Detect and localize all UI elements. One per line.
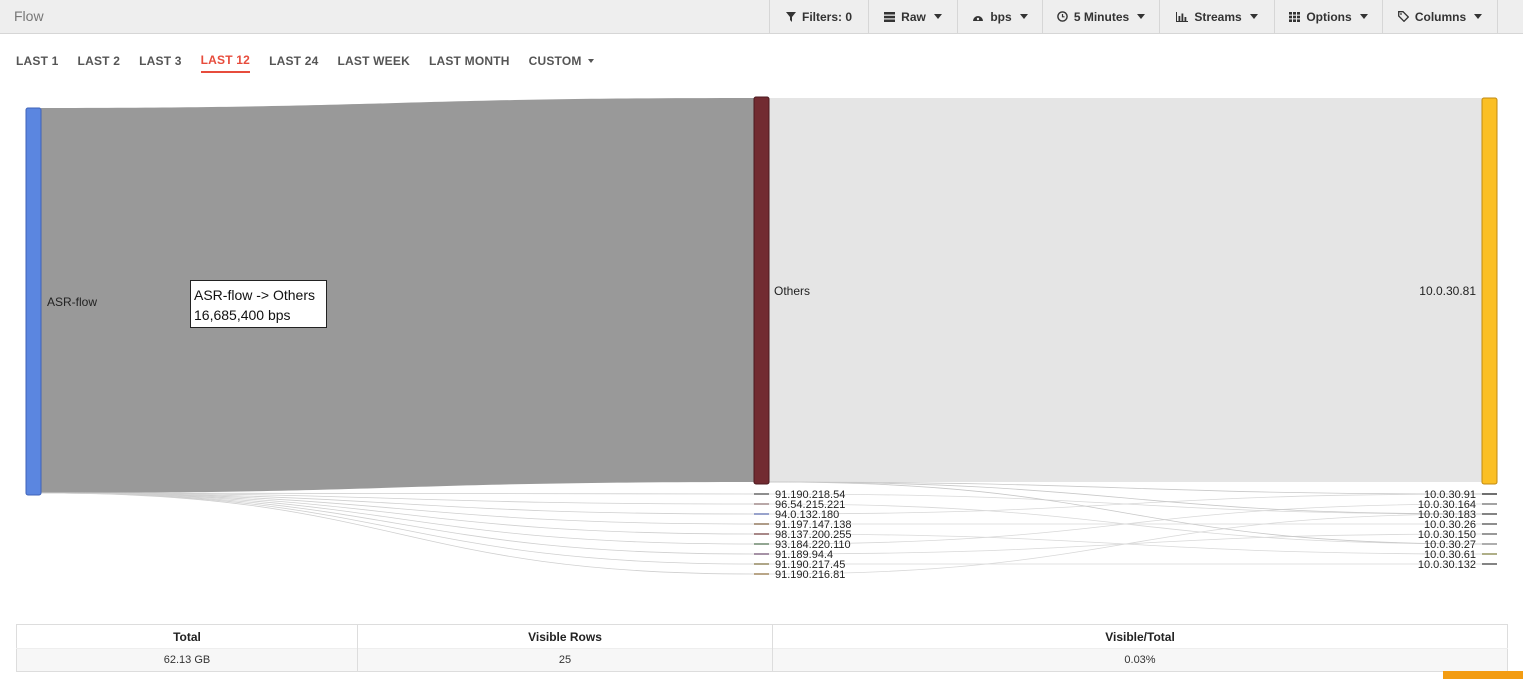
link-leaf-to-leaf[interactable] <box>768 513 1483 575</box>
summary-header-visible-total: Visible/Total <box>772 624 1508 649</box>
summary-value-row: 62.13 GB 25 0.03% <box>16 648 1508 672</box>
raw-label: Raw <box>901 9 926 24</box>
link-source-to-leaf[interactable] <box>40 492 755 545</box>
link-source-to-leaf[interactable] <box>40 492 755 555</box>
flow-tooltip: ASR-flow -> Others 16,685,400 bps <box>190 280 327 328</box>
tab-label: LAST 2 <box>77 53 121 68</box>
tab-label: LAST 1 <box>16 53 59 68</box>
summary-header-total: Total <box>16 624 358 649</box>
link-others-to-target[interactable] <box>769 98 1482 482</box>
clock-icon <box>1057 11 1068 22</box>
target-node-label: 10.0.30.81 <box>1419 284 1476 298</box>
summary-total-value: 62.13 GB <box>16 648 358 672</box>
app-title: Flow <box>14 8 44 24</box>
summary-table: Total Visible Rows Visible/Total 62.13 G… <box>16 624 1508 672</box>
chevron-down-icon <box>1249 14 1258 19</box>
streams-label: Streams <box>1194 9 1242 24</box>
middle-leaf-label: 91.190.216.81 <box>775 569 845 581</box>
toolbar-divider <box>1497 0 1498 33</box>
interval-label: 5 Minutes <box>1073 9 1130 24</box>
tab-last-1[interactable]: LAST 1 <box>16 51 59 73</box>
chevron-down-icon <box>587 58 594 63</box>
summary-header-visible-rows: Visible Rows <box>357 624 773 649</box>
filter-icon <box>785 11 796 22</box>
tab-last-month[interactable]: LAST MONTH <box>429 51 510 73</box>
summary-header-row: Total Visible Rows Visible/Total <box>16 624 1508 649</box>
bps-label: bps <box>990 9 1012 24</box>
tab-label: LAST MONTH <box>428 53 510 68</box>
raw-dropdown[interactable]: Raw <box>868 0 957 33</box>
interval-dropdown[interactable]: 5 Minutes <box>1042 0 1159 33</box>
columns-label: Columns <box>1414 9 1467 24</box>
chevron-down-icon <box>1359 14 1368 19</box>
tag-icon <box>1397 11 1409 22</box>
grid-icon <box>1289 11 1301 22</box>
filters-label: Filters: 0 <box>801 9 852 24</box>
link-others-to-leaf[interactable] <box>768 481 1483 515</box>
bar-chart-icon <box>1176 11 1189 22</box>
chevron-down-icon <box>1019 14 1028 19</box>
chevron-down-icon <box>1137 14 1146 19</box>
summary-visible-total-value: 0.03% <box>772 648 1508 672</box>
node-asr-flow[interactable] <box>25 107 42 496</box>
link-source-to-leaf[interactable] <box>40 492 755 525</box>
filters-button[interactable]: Filters: 0 <box>769 0 868 33</box>
options-dropdown[interactable]: Options <box>1274 0 1382 33</box>
tab-label: CUSTOM <box>528 53 582 68</box>
sankey-diagram: 91.190.218.5496.54.215.22194.0.132.18091… <box>25 96 1498 581</box>
source-node-label: ASR-flow <box>47 295 97 309</box>
tooltip-value: 16,685,400 bps <box>194 307 291 323</box>
target-leaf-label: 10.0.30.132 <box>1418 559 1476 571</box>
chevron-down-icon <box>1474 14 1483 19</box>
tab-last-week[interactable]: LAST WEEK <box>337 51 409 73</box>
chat-widget-button[interactable] <box>1443 671 1523 679</box>
tab-label: LAST 3 <box>139 53 182 68</box>
tab-custom[interactable]: CUSTOM <box>529 51 594 73</box>
tooltip-title: ASR-flow -> Others <box>194 287 315 303</box>
node-target-main[interactable] <box>1481 97 1498 485</box>
link-source-to-others[interactable] <box>41 98 754 493</box>
top-toolbar: Flow Filters: 0 Raw bps 5 Minutes Stream… <box>0 0 1523 34</box>
streams-dropdown[interactable]: Streams <box>1159 0 1274 33</box>
tab-label: LAST 24 <box>269 53 319 68</box>
others-node-label: Others <box>774 284 810 298</box>
tab-last-3[interactable]: LAST 3 <box>139 51 182 73</box>
options-label: Options <box>1306 9 1352 24</box>
dashboard-icon <box>972 12 984 22</box>
tab-label: LAST WEEK <box>337 53 410 68</box>
summary-visible-rows-value: 25 <box>357 648 773 672</box>
tab-label: LAST 12 <box>200 52 251 67</box>
columns-dropdown[interactable]: Columns <box>1382 0 1497 33</box>
tab-last-12[interactable]: LAST 12 <box>200 51 251 73</box>
chevron-down-icon <box>933 14 942 19</box>
time-range-tabs: LAST 1 LAST 2 LAST 3 LAST 12 LAST 24 LAS… <box>16 51 613 73</box>
tab-last-2[interactable]: LAST 2 <box>78 51 121 73</box>
link-leaf-to-leaf[interactable] <box>768 493 1483 515</box>
server-icon <box>884 11 896 22</box>
tab-last-24[interactable]: LAST 24 <box>269 51 318 73</box>
node-others[interactable] <box>753 96 770 485</box>
bps-dropdown[interactable]: bps <box>957 0 1042 33</box>
